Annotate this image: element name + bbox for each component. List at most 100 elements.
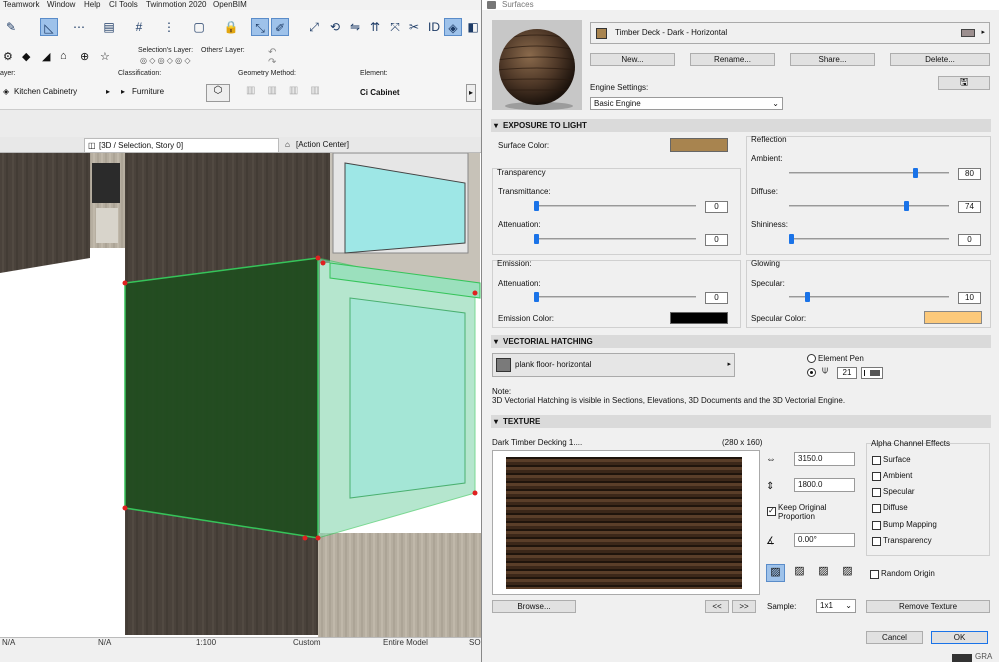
ambient-slider[interactable]	[789, 168, 949, 178]
pencil-icon[interactable]: ✎	[2, 18, 20, 36]
specular-color-picker[interactable]	[924, 311, 982, 324]
resize-grip[interactable]	[952, 654, 972, 662]
emission-attenuation-value[interactable]: 0	[705, 292, 728, 304]
model-filter[interactable]: Entire Model	[383, 638, 428, 648]
scale-value[interactable]: 1:100	[196, 638, 216, 648]
paint-icon[interactable]: ◧	[464, 18, 482, 36]
share-button[interactable]: Share...	[790, 53, 875, 66]
menu-twinmotion[interactable]: Twinmotion 2020	[146, 0, 206, 10]
section-exposure[interactable]: EXPOSURE TO LIGHT	[491, 119, 991, 132]
specular-slider[interactable]	[789, 292, 949, 302]
id-icon[interactable]: ID	[425, 18, 443, 36]
ok-button[interactable]: OK	[931, 631, 988, 644]
mapping-mode-1-icon[interactable]: ▨	[766, 564, 785, 582]
texture-angle-input[interactable]: 0.00°	[794, 533, 855, 547]
transmittance-value[interactable]: 0	[705, 201, 728, 213]
mirror-icon[interactable]: ⇋	[346, 18, 364, 36]
keep-proportion-checkbox[interactable]: ✓	[767, 506, 776, 516]
mapping-mode-2-icon[interactable]: ▨	[790, 564, 809, 582]
tab-3d-selection[interactable]: ◫ [3D / Selection, Story 0]	[84, 138, 279, 152]
transmittance-thumb[interactable]	[534, 201, 539, 211]
eyedropper-icon[interactable]: ◆	[22, 50, 30, 63]
geometry-options-icons[interactable]: ▥▥▥▥	[246, 85, 332, 96]
resize-icon[interactable]: ⤧	[386, 18, 404, 36]
mapping-mode-3-icon[interactable]: ▨	[814, 564, 833, 582]
ambient-thumb[interactable]	[913, 168, 918, 178]
mapping-mode-4-icon[interactable]: ▨	[838, 564, 857, 582]
menu-ci-tools[interactable]: CI Tools	[109, 0, 138, 10]
marquee-icon[interactable]: ⋯	[70, 18, 88, 36]
menu-help[interactable]: Help	[84, 0, 100, 10]
emission-attenuation-slider[interactable]	[534, 292, 696, 302]
engine-select[interactable]: Basic Engine ⌄	[590, 97, 783, 110]
hatching-pattern-select[interactable]: plank floor- horizontal ▸	[492, 353, 735, 377]
elevate-icon[interactable]: ⇈	[366, 18, 384, 36]
3d-viewport[interactable]	[0, 153, 483, 637]
box-icon[interactable]: ▢	[190, 18, 208, 36]
geometry-method-icon[interactable]: ⬡	[206, 84, 230, 102]
diffuse-slider[interactable]	[789, 201, 949, 211]
shininess-thumb[interactable]	[789, 234, 794, 244]
snap-icon[interactable]: ⋮	[160, 18, 178, 36]
rotate-icon[interactable]: ⟲	[326, 18, 344, 36]
alpha-ambient-checkbox[interactable]	[872, 472, 881, 481]
specular-thumb[interactable]	[804, 292, 810, 302]
shininess-value[interactable]: 0	[958, 234, 981, 246]
tab-action-center[interactable]: ⌂ [Action Center]	[282, 138, 402, 152]
section-texture[interactable]: TEXTURE	[491, 415, 991, 428]
alpha-transparency-checkbox[interactable]	[872, 537, 881, 546]
transmittance-slider[interactable]	[534, 201, 696, 211]
cancel-button[interactable]: Cancel	[866, 631, 923, 644]
custom-pen-radio[interactable]	[807, 368, 816, 377]
new-button[interactable]: New...	[590, 53, 675, 66]
alpha-surface-checkbox[interactable]	[872, 456, 881, 465]
layer-visibility-icons[interactable]: ◎ ◇ ◎ ◇ ◎ ◇	[140, 56, 191, 65]
grid-icon[interactable]: #	[130, 18, 148, 36]
menu-window[interactable]: Window	[47, 0, 75, 10]
ambient-value[interactable]: 80	[958, 168, 981, 180]
prev-texture-button[interactable]: <<	[705, 600, 729, 613]
alpha-bump-checkbox[interactable]	[872, 521, 881, 530]
alpha-specular-checkbox[interactable]	[872, 488, 881, 497]
rename-button[interactable]: Rename...	[690, 53, 775, 66]
texture-width-input[interactable]: 3150.0	[794, 452, 855, 466]
arrow-tool-icon[interactable]: ◺	[40, 18, 58, 36]
random-origin-checkbox[interactable]	[870, 570, 879, 579]
section-vectorial-hatching[interactable]: VECTORIAL HATCHING	[491, 335, 991, 348]
lock-icon[interactable]: 🔒	[222, 18, 240, 36]
pen-color-picker[interactable]	[861, 367, 883, 379]
diffuse-value[interactable]: 74	[958, 201, 981, 213]
delete-button[interactable]: Delete...	[890, 53, 990, 66]
element-pen-radio[interactable]	[807, 354, 816, 363]
diffuse-thumb[interactable]	[903, 201, 909, 211]
shininess-slider[interactable]	[789, 234, 949, 244]
attenuation-slider[interactable]	[534, 234, 696, 244]
brush-icon[interactable]: ⌂	[60, 50, 67, 62]
attenuation-thumb[interactable]	[534, 234, 539, 244]
offset-icon[interactable]: ⤢	[305, 18, 323, 36]
emission-color-picker[interactable]	[670, 312, 728, 324]
attenuation-value[interactable]: 0	[705, 234, 728, 246]
split-icon[interactable]: ✂	[405, 18, 423, 36]
redo-icon[interactable]: ↷	[268, 57, 276, 68]
specular-value[interactable]: 10	[958, 292, 981, 304]
layer-dropdown[interactable]: ◈ Kitchen Cabinetry ▸	[0, 85, 112, 100]
surface-name-field[interactable]: Timber Deck - Dark - Horizontal ▸	[590, 22, 990, 44]
syringe-icon[interactable]: ◢	[42, 50, 50, 63]
chevron-right-icon[interactable]: ▸	[466, 84, 476, 102]
next-texture-button[interactable]: >>	[732, 600, 756, 613]
emission-attenuation-thumb[interactable]	[534, 292, 539, 302]
settings-icon[interactable]: ⚙	[3, 50, 13, 63]
view-custom[interactable]: Custom	[293, 638, 321, 648]
menu-openbim[interactable]: OpenBIM	[213, 0, 247, 10]
menu-teamwork[interactable]: Teamwork	[3, 0, 39, 10]
save-icon[interactable]: 🖫	[938, 76, 990, 90]
browse-button[interactable]: Browse...	[492, 600, 576, 613]
texture-height-input[interactable]: 1800.0	[794, 478, 855, 492]
favorites-icon[interactable]: ☆	[100, 50, 110, 63]
remove-texture-button[interactable]: Remove Texture	[866, 600, 990, 613]
layer-icon[interactable]: ▤	[100, 18, 118, 36]
render-icon[interactable]: ◈	[444, 18, 462, 36]
surface-color-picker[interactable]	[670, 138, 728, 152]
pen-number[interactable]: 21	[837, 367, 857, 379]
